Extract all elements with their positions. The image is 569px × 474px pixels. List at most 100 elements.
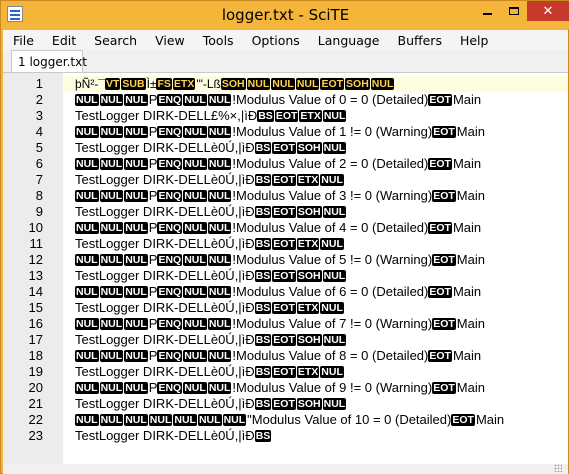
code-line: TestLogger DIRK-DELLè0Ú,|ìÐBS EOT SOH NUL: [75, 396, 347, 412]
code-line: TestLogger DIRK-DELLè0Ú,|ìÐBS EOT ETX NUL: [75, 364, 345, 380]
control-char-badge: NUL: [124, 414, 148, 426]
control-char-badge: ENQ: [157, 254, 183, 266]
editor-pane[interactable]: 1 2 3 4 5 6 7 8 9 10 11 12 13 14 15 16 17 18 19 20 21 22 23 þÑ…: [3, 72, 568, 464]
control-char-badge: NUL: [99, 158, 124, 170]
menu-file[interactable]: File: [3, 33, 42, 48]
control-char-badge: EOT: [432, 318, 456, 330]
tab-logger-txt[interactable]: 1 logger.txt: [11, 50, 87, 72]
control-char-badge: ENQ: [157, 286, 183, 298]
code-line: TestLogger DIRK-DELL£%×,|ìÐBS EOT ETX NUL: [75, 108, 347, 124]
line-number: 22: [28, 412, 43, 427]
code-text: Main: [475, 412, 505, 427]
control-char-badge: BS: [254, 430, 272, 442]
control-char-badge: NUL: [197, 414, 222, 426]
menu-edit[interactable]: Edit: [42, 33, 84, 48]
control-char-badge: NUL: [99, 222, 124, 234]
code-line: NUL NUL NUL PENQ NUL NUL !Modulus Value of 5 !…: [75, 252, 485, 268]
control-char-badge: ENQ: [157, 350, 183, 362]
control-char-badge: ENQ: [157, 190, 183, 202]
control-char-badge: BS: [254, 238, 272, 250]
control-char-badge: NUL: [99, 286, 124, 298]
control-char-badge: NUL: [183, 350, 207, 362]
code-line: TestLogger DIRK-DELLè0Ú,|ìÐBS: [75, 428, 272, 444]
control-char-badge: NUL: [207, 94, 232, 106]
code-line: NUL NUL NUL PENQ NUL NUL !Modulus Value of 1 !…: [75, 124, 485, 140]
control-char-badge: SOH: [296, 398, 322, 410]
code-line: NUL NUL NUL PENQ NUL NUL !Modulus Value of 6 =…: [75, 284, 481, 300]
control-char-badge: NUL: [124, 382, 148, 394]
menu-view[interactable]: View: [145, 33, 193, 48]
line-number: 18: [28, 348, 43, 363]
control-char-badge: NUL: [207, 158, 232, 170]
menu-help[interactable]: Help: [450, 33, 497, 48]
menu-search[interactable]: Search: [84, 33, 145, 48]
control-char-badge: NUL: [75, 158, 99, 170]
code-text: P: [148, 156, 158, 171]
control-char-badge: ENQ: [157, 382, 183, 394]
code-text: !Modulus Value of 7 != 0 (Warning): [232, 316, 433, 331]
code-line: NUL NUL NUL PENQ NUL NUL !Modulus Value of 7 !…: [75, 316, 485, 332]
maximize-button[interactable]: [501, 1, 527, 21]
line-number: 9: [35, 204, 43, 219]
control-char-badge: EOT: [432, 382, 456, 394]
control-char-badge: NUL: [99, 254, 124, 266]
control-char-badge: NUL: [124, 222, 148, 234]
code-line: TestLogger DIRK-DELLè0Ú,|ìÐBS EOT SOH NUL: [75, 332, 347, 348]
control-char-badge: NUL: [124, 94, 148, 106]
control-char-badge: EOT: [428, 158, 452, 170]
control-char-badge: EOT: [428, 94, 452, 106]
resize-grip-icon[interactable]: [554, 464, 562, 472]
control-char-badge: NUL: [99, 350, 124, 362]
code-text: TestLogger DIRK-DELLè0Ú,|ìÐ: [75, 300, 255, 315]
code-text: TestLogger DIRK-DELLè0Ú,|ìÐ: [75, 140, 255, 155]
control-char-badge: NUL: [207, 126, 232, 138]
code-line: NUL NUL NUL PENQ NUL NUL !Modulus Value of 8 =…: [75, 348, 481, 364]
control-char-badge: EOT: [272, 398, 296, 410]
code-text: P: [148, 284, 158, 299]
line-number: 20: [28, 380, 43, 395]
control-char-badge: NUL: [207, 190, 232, 202]
menu-options[interactable]: Options: [242, 33, 308, 48]
control-char-badge: EOT: [272, 206, 296, 218]
control-char-badge: NUL: [207, 318, 232, 330]
control-char-badge: EOT: [432, 254, 456, 266]
code-line: NUL NUL NUL PENQ NUL NUL !Modulus Value of 4 =…: [75, 220, 481, 236]
code-line: TestLogger DIRK-DELLè0Ú,|ìÐBS EOT ETX NUL: [75, 300, 345, 316]
menu-language[interactable]: Language: [308, 33, 388, 48]
control-char-badge: NUL: [99, 126, 124, 138]
minimize-icon: [482, 13, 492, 15]
control-char-badge: NUL: [124, 318, 148, 330]
control-char-badge: BS: [254, 334, 272, 346]
buffer-tab-strip: 1 logger.txt: [3, 50, 568, 72]
line-number: 6: [35, 156, 43, 171]
menu-tools[interactable]: Tools: [193, 33, 242, 48]
close-icon: ✕: [542, 3, 554, 19]
code-line: TestLogger DIRK-DELLè0Ú,|ìÐBS EOT SOH NUL: [75, 140, 347, 156]
code-text: Main: [452, 156, 482, 171]
control-char-badge: NUL: [207, 254, 232, 266]
control-char-badge: EOT: [272, 302, 296, 314]
menu-buffers[interactable]: Buffers: [388, 33, 450, 48]
control-char-badge: BS: [254, 398, 272, 410]
code-text: TestLogger DIRK-DELLè0Ú,|ìÐ: [75, 172, 255, 187]
code-text: Main: [452, 284, 482, 299]
control-char-badge: NUL: [183, 318, 207, 330]
line-number: 5: [35, 140, 43, 155]
control-char-badge: BS: [254, 366, 272, 378]
control-char-badge: NUL: [75, 222, 99, 234]
code-line: TestLogger DIRK-DELLè0Ú,|ìÐBS EOT ETX NUL: [75, 172, 345, 188]
code-text: TestLogger DIRK-DELLè0Ú,|ìÐ: [75, 236, 255, 251]
control-char-badge: ETX: [299, 110, 322, 122]
minimize-button[interactable]: [473, 1, 501, 21]
title-bar[interactable]: logger.txt - SciTE ✕: [1, 1, 569, 29]
control-char-badge: NUL: [207, 382, 232, 394]
code-text: !Modulus Value of 0 = 0 (Detailed): [232, 92, 429, 107]
control-char-badge: NUL: [99, 190, 124, 202]
line-number: 11: [29, 236, 44, 251]
control-char-badge: SOH: [345, 78, 370, 90]
close-button[interactable]: ✕: [527, 1, 569, 21]
code-text: !Modulus Value of 8 = 0 (Detailed): [232, 348, 429, 363]
control-char-badge: EOT: [432, 126, 456, 138]
code-text: !Modulus Value of 4 = 0 (Detailed): [232, 220, 429, 235]
control-char-badge: NUL: [183, 286, 207, 298]
